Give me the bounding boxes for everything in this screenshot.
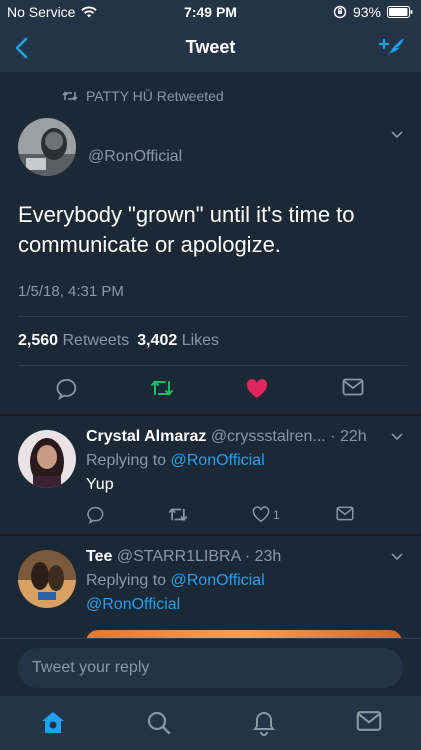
like-count: 1 xyxy=(273,507,280,522)
reply-text: Yup xyxy=(86,476,114,493)
reply-author-handle-time: @cryssstalren... · 22h xyxy=(210,428,367,445)
retweets-label: Retweets xyxy=(62,332,130,349)
retweets-count: 2,560 xyxy=(18,332,59,349)
reply-author-name: Tee xyxy=(86,548,113,565)
orientation-lock-icon xyxy=(333,5,347,19)
page-title: Tweet xyxy=(185,37,236,57)
likes-label: Likes xyxy=(181,332,220,349)
reply-text[interactable]: @RonOfficial xyxy=(86,596,180,614)
reply-item[interactable]: Tee @STARR1LIBRA · 23h Replying to @RonO… xyxy=(0,536,421,638)
reply-author[interactable]: Crystal Almaraz @cryssstalren... · 22h xyxy=(86,428,367,446)
replying-to: Replying to @RonOfficial xyxy=(86,572,265,590)
chevron-down-icon[interactable] xyxy=(390,432,404,442)
retweets-stat[interactable]: 2,560 Retweets xyxy=(18,332,129,350)
reply-media-image[interactable] xyxy=(86,630,402,638)
author-handle[interactable]: @RonOfficial xyxy=(88,148,182,166)
battery-percent: 93% xyxy=(352,4,381,20)
divider xyxy=(18,316,407,317)
retweeted-by-label: PATTY HŪ Retweeted xyxy=(86,88,224,104)
reply-composer xyxy=(0,638,421,697)
main-tweet: PATTY HŪ Retweeted @RonOfficial Everybod… xyxy=(0,72,421,414)
reply-icon[interactable] xyxy=(86,506,104,524)
direct-message-icon[interactable] xyxy=(336,506,354,521)
replying-to-link[interactable]: @RonOfficial xyxy=(171,572,265,589)
search-icon[interactable] xyxy=(146,710,172,736)
reply-actions: 1 xyxy=(0,506,421,530)
battery-icon xyxy=(387,6,413,18)
divider xyxy=(18,365,407,366)
notifications-icon[interactable] xyxy=(252,710,276,736)
compose-tweet-icon[interactable] xyxy=(377,34,407,62)
retweet-icon[interactable] xyxy=(150,378,174,398)
replying-to-link[interactable]: @RonOfficial xyxy=(171,452,265,469)
retweeted-by: PATTY HŪ Retweeted xyxy=(62,88,224,104)
messages-icon[interactable] xyxy=(356,710,382,732)
reply-input[interactable] xyxy=(18,648,403,688)
direct-message-icon[interactable] xyxy=(342,378,364,396)
reply-icon[interactable] xyxy=(55,378,77,400)
chevron-down-icon[interactable] xyxy=(390,552,404,562)
likes-count: 3,402 xyxy=(137,332,178,349)
reply-author-name: Crystal Almaraz xyxy=(86,428,207,445)
tweet-stats: 2,560 Retweets 3,402 Likes xyxy=(18,332,219,350)
reply-avatar[interactable] xyxy=(18,550,76,608)
status-bar: No Service 7:49 PM 93% xyxy=(0,0,421,24)
reply-avatar[interactable] xyxy=(18,430,76,488)
reply-author-handle-time: @STARR1LIBRA · 23h xyxy=(116,548,282,565)
tweet-text: Everybody "grown" until it's time to com… xyxy=(18,202,355,257)
heart-outline-icon xyxy=(252,506,270,523)
home-icon[interactable] xyxy=(40,710,66,736)
tweet-actions xyxy=(0,378,421,412)
like-icon[interactable] xyxy=(245,378,269,400)
avatar[interactable] xyxy=(18,118,76,176)
chevron-down-icon[interactable] xyxy=(390,130,404,140)
retweet-icon[interactable] xyxy=(168,506,188,523)
replying-to: Replying to @RonOfficial xyxy=(86,452,265,470)
reply-author[interactable]: Tee @STARR1LIBRA · 23h xyxy=(86,548,281,566)
replying-to-prefix: Replying to xyxy=(86,572,167,589)
tweet-timestamp: 1/5/18, 4:31 PM xyxy=(18,283,124,300)
tab-bar xyxy=(0,696,421,750)
likes-stat[interactable]: 3,402 Likes xyxy=(137,332,219,350)
reply-item[interactable]: Crystal Almaraz @cryssstalren... · 22h R… xyxy=(0,416,421,534)
replying-to-prefix: Replying to xyxy=(86,452,167,469)
like-button[interactable]: 1 xyxy=(252,506,280,523)
retweet-small-icon xyxy=(62,90,78,102)
nav-bar: Tweet xyxy=(0,24,421,72)
